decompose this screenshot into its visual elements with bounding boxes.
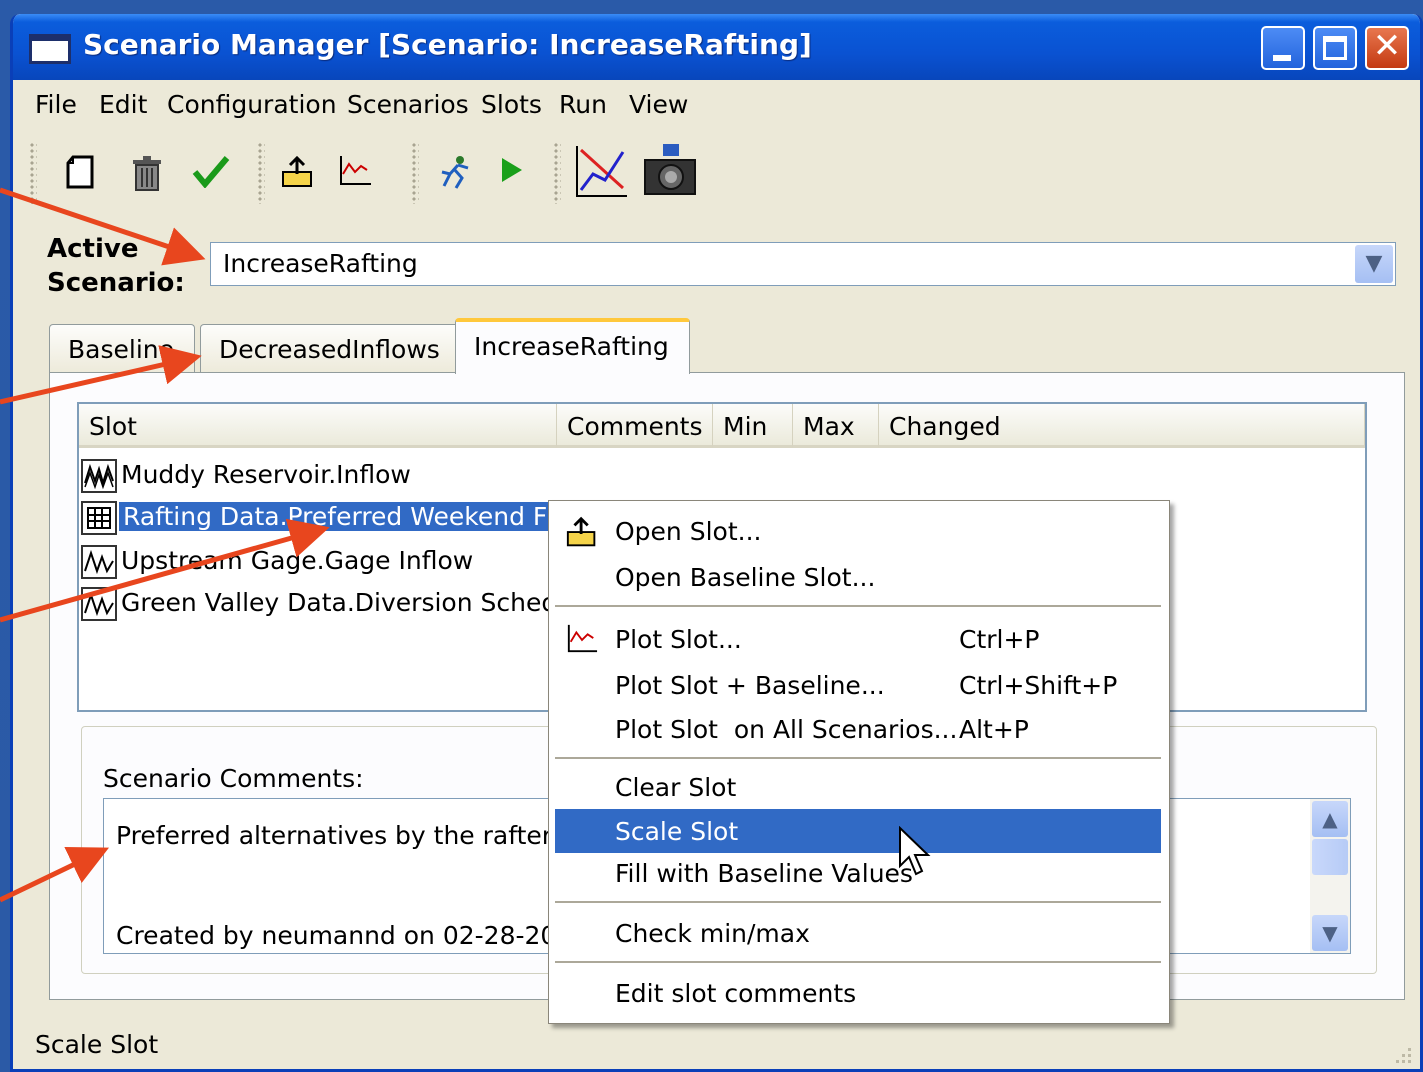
menu-item-label: Plot Slot on All Scenarios... [615, 715, 958, 744]
menu-slots[interactable]: Slots [481, 90, 542, 119]
tab-baseline[interactable]: Baseline [49, 324, 195, 376]
menu-item-shortcut: Ctrl+Shift+P [959, 671, 1118, 700]
menu-file[interactable]: File [35, 90, 77, 119]
menu-item-clear-slot[interactable]: Clear Slot [555, 767, 1161, 807]
menu-item-edit-slot-comments[interactable]: Edit slot comments [555, 973, 1161, 1013]
table-row[interactable]: Muddy Reservoir.Inflow [81, 456, 681, 496]
slot-name: Muddy Reservoir.Inflow [121, 460, 411, 489]
menu-item-label: Plot Slot + Baseline... [615, 671, 885, 700]
plot-icon [565, 623, 599, 662]
close-button[interactable]: ✕ [1365, 26, 1409, 70]
column-header-comments[interactable]: Comments [557, 404, 713, 448]
menu-run[interactable]: Run [559, 90, 607, 119]
menu-item-fill-baseline[interactable]: Fill with Baseline Values [555, 853, 1161, 893]
menu-item-label: Fill with Baseline Values [615, 859, 913, 888]
context-menu: Open Slot... Open Baseline Slot... Plot … [548, 500, 1170, 1024]
menu-item-label: Plot Slot... [615, 625, 742, 654]
window-title: Scenario Manager [Scenario: IncreaseRaft… [83, 28, 812, 61]
comment-line: Created by neumannd on 02-28-2006 1 [116, 921, 612, 950]
slot-name: Green Valley Data.Diversion Schedule [121, 588, 596, 617]
maximize-button[interactable] [1313, 26, 1357, 70]
active-scenario-value: IncreaseRafting [223, 249, 418, 278]
column-header-slot[interactable]: Slot [79, 404, 557, 448]
series-icon [81, 459, 117, 493]
tab-label: Baseline [68, 335, 174, 364]
open-slot-icon [565, 515, 601, 558]
run-figure-icon[interactable] [435, 154, 475, 194]
status-bar: Scale Slot [13, 1026, 1420, 1069]
column-header-max[interactable]: Max [793, 404, 879, 448]
toolbar-grip[interactable] [411, 142, 419, 204]
title-bar[interactable]: Scenario Manager [Scenario: IncreaseRaft… [13, 14, 1420, 80]
tab-increaserafting[interactable]: IncreaseRafting [455, 318, 690, 374]
trash-icon[interactable] [127, 154, 167, 194]
menu-scenarios[interactable]: Scenarios [347, 90, 469, 119]
series-icon [81, 587, 117, 621]
menu-configuration[interactable]: Configuration [167, 90, 337, 119]
menu-item-shortcut: Alt+P [959, 715, 1029, 744]
column-header-changed[interactable]: Changed [879, 404, 1365, 448]
chevron-down-icon[interactable]: ▼ [1312, 915, 1348, 951]
plot-chart-icon[interactable] [573, 144, 629, 200]
open-slot-icon[interactable] [279, 154, 319, 194]
series-icon [81, 545, 117, 579]
tab-label: IncreaseRafting [474, 332, 669, 361]
plot-icon[interactable] [335, 154, 375, 194]
comment-line: Preferred alternatives by the rafters [116, 821, 566, 850]
tab-decreasedinflows[interactable]: DecreasedInflows [200, 324, 461, 376]
status-text: Scale Slot [35, 1030, 159, 1059]
close-icon: ✕ [1372, 26, 1402, 66]
menu-item-shortcut: Ctrl+P [959, 625, 1040, 654]
menu-separator [555, 901, 1161, 903]
menu-item-plot-slot-all-scenarios[interactable]: Plot Slot on All Scenarios... Alt+P [555, 709, 1161, 749]
menu-item-label: Edit slot comments [615, 979, 857, 1008]
menu-view[interactable]: View [629, 90, 688, 119]
active-scenario-label: Active Scenario: [47, 234, 185, 298]
resize-grip-icon[interactable] [1392, 1044, 1414, 1066]
minimize-button[interactable] [1261, 26, 1305, 70]
maximize-icon [1323, 36, 1347, 60]
menu-item-label: Check min/max [615, 919, 810, 948]
menu-bar: File Edit Configuration Scenarios Slots … [13, 80, 1420, 126]
toolbar-grip[interactable] [29, 142, 37, 204]
menu-separator [555, 961, 1161, 963]
menu-item-open-slot[interactable]: Open Slot... [555, 511, 1161, 551]
menu-item-plot-slot[interactable]: Plot Slot... Ctrl+P [555, 619, 1161, 659]
active-scenario-dropdown[interactable]: IncreaseRafting ▼ [210, 242, 1396, 286]
toolbar [13, 132, 1420, 218]
toolbar-grip[interactable] [257, 142, 265, 204]
menu-item-scale-slot[interactable]: Scale Slot [555, 809, 1161, 853]
new-icon[interactable] [61, 154, 101, 194]
camera-icon[interactable] [641, 140, 697, 200]
column-header-min[interactable]: Min [713, 404, 793, 448]
chevron-down-icon[interactable]: ▼ [1355, 245, 1393, 283]
comments-scrollbar[interactable]: ▲ ▼ [1310, 799, 1350, 953]
checkmark-icon[interactable] [191, 154, 231, 194]
slot-name: Upstream Gage.Gage Inflow [121, 546, 474, 575]
menu-separator [555, 605, 1161, 607]
scrollbar-thumb[interactable] [1312, 839, 1348, 875]
table-icon [81, 501, 117, 535]
menu-edit[interactable]: Edit [99, 90, 147, 119]
minimize-icon [1273, 55, 1291, 61]
play-icon[interactable] [491, 154, 531, 194]
menu-item-plot-slot-baseline[interactable]: Plot Slot + Baseline... Ctrl+Shift+P [555, 665, 1161, 705]
window-icon [29, 34, 71, 64]
menu-separator [555, 757, 1161, 759]
tab-label: DecreasedInflows [219, 335, 440, 364]
menu-item-open-baseline-slot[interactable]: Open Baseline Slot... [555, 557, 1161, 597]
menu-item-label: Scale Slot [615, 817, 739, 846]
menu-item-label: Open Slot... [615, 517, 762, 546]
toolbar-grip[interactable] [553, 142, 561, 204]
scenario-comments-label: Scenario Comments: [103, 764, 364, 793]
mouse-cursor-icon [899, 826, 931, 876]
menu-item-label: Open Baseline Slot... [615, 563, 876, 592]
chevron-up-icon[interactable]: ▲ [1312, 801, 1348, 837]
menu-item-label: Clear Slot [615, 773, 737, 802]
slot-name: Rafting Data.Preferred Weekend Flow [119, 502, 594, 531]
menu-item-check-min-max[interactable]: Check min/max [555, 913, 1161, 953]
